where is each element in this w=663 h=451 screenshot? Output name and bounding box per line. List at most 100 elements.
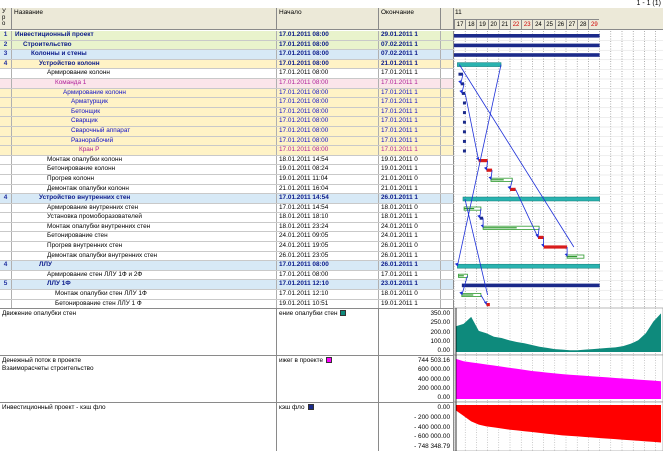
task-row[interactable]: 2 Строительство 17.01.2011 08:00 07.02.2011… bbox=[0, 40, 454, 51]
task-row[interactable]: Бетонирование стен ЛЛУ 1 Ф 19.01.2011 10:… bbox=[0, 299, 454, 308]
task-name[interactable]: Арматурщик bbox=[12, 98, 277, 107]
task-row[interactable]: Бетонирование стен 24.01.2011 09:05 24.01.… bbox=[0, 232, 454, 243]
task-row[interactable]: Монтаж опалубки колонн 18.01.2011 14:54 19… bbox=[0, 155, 454, 166]
task-name[interactable]: Бетонирование стен ЛЛУ 1 Ф bbox=[12, 299, 277, 308]
task-name[interactable]: Сварщик bbox=[12, 117, 277, 126]
task-row[interactable]: Монтаж опалубки внутренних стен 18.01.201… bbox=[0, 222, 454, 233]
task-name[interactable]: Прогрев внутренних стен bbox=[12, 242, 277, 251]
task-end[interactable]: 19.01.2011 1 bbox=[379, 299, 441, 308]
column-header-start[interactable]: Начало bbox=[277, 8, 379, 30]
task-start[interactable]: 17.01.2011 08:00 bbox=[277, 78, 379, 88]
task-end[interactable]: 26.01.2011 1 bbox=[379, 194, 441, 203]
task-end[interactable]: 07.02.2011 1 bbox=[379, 50, 441, 59]
task-end[interactable]: 18.01.2011 1 bbox=[379, 213, 441, 222]
task-start[interactable]: 24.01.2011 09:05 bbox=[277, 232, 379, 242]
task-row[interactable]: Прогрев внутренних стен 24.01.2011 19:05 2… bbox=[0, 242, 454, 252]
task-name[interactable]: Устройство внутренних стен bbox=[12, 194, 277, 203]
task-start[interactable]: 21.01.2011 16:04 bbox=[277, 184, 379, 194]
task-name[interactable]: ЛЛУ bbox=[12, 261, 277, 270]
task-end[interactable]: 17.01.2011 1 bbox=[379, 78, 441, 88]
task-start[interactable]: 19.01.2011 11:04 bbox=[277, 174, 379, 184]
task-end[interactable]: 17.01.2011 1 bbox=[379, 136, 441, 146]
task-end[interactable]: 23.01.2011 1 bbox=[379, 280, 441, 290]
task-name[interactable]: Монтаж опалубки стен ЛЛУ 1Ф bbox=[12, 290, 277, 299]
task-row[interactable]: Сварочный аппарат 17.01.2011 08:00 17.01.2… bbox=[0, 126, 454, 137]
task-name[interactable]: Разнорабочий bbox=[12, 136, 277, 146]
task-row[interactable]: Армирование колонн 17.01.2011 08:00 17.01.… bbox=[0, 88, 454, 99]
task-row[interactable]: Демонтаж опалубки колонн 21.01.2011 16:04… bbox=[0, 184, 454, 195]
task-start[interactable]: 17.01.2011 08:00 bbox=[277, 98, 379, 107]
task-name[interactable]: Строительство bbox=[12, 40, 277, 50]
task-start[interactable]: 18.01.2011 23:24 bbox=[277, 222, 379, 232]
task-start[interactable]: 17.01.2011 08:00 bbox=[277, 107, 379, 117]
task-name[interactable]: Кран Р bbox=[12, 146, 277, 155]
task-end[interactable]: 26.01.2011 1 bbox=[379, 251, 441, 261]
task-row[interactable]: Армирование колонн 17.01.2011 08:00 17.01.… bbox=[0, 69, 454, 79]
task-end[interactable]: 17.01.2011 1 bbox=[379, 69, 441, 78]
task-name[interactable]: Бетонирование колонн bbox=[12, 165, 277, 174]
task-start[interactable]: 17.01.2011 08:00 bbox=[277, 59, 379, 69]
task-name[interactable]: Команда 1 bbox=[12, 78, 277, 88]
task-end[interactable]: 26.01.2011 0 bbox=[379, 242, 441, 251]
task-row[interactable]: Кран Р 17.01.2011 08:00 17.01.2011 1 bbox=[0, 146, 454, 156]
task-start[interactable]: 18.01.2011 14:54 bbox=[277, 155, 379, 165]
task-name[interactable]: Монтаж опалубки внутренних стен bbox=[12, 222, 277, 232]
task-start[interactable]: 19.01.2011 08:24 bbox=[277, 165, 379, 174]
task-name[interactable]: Демонтаж опалубки колонн bbox=[12, 184, 277, 194]
task-end[interactable]: 18.01.2011 0 bbox=[379, 290, 441, 299]
task-end[interactable]: 19.01.2011 0 bbox=[379, 155, 441, 165]
task-start[interactable]: 17.01.2011 08:00 bbox=[277, 270, 379, 280]
task-name[interactable]: Армирование стен ЛЛУ 1Ф и 2Ф bbox=[12, 270, 277, 280]
task-name[interactable]: Армирование колонн bbox=[12, 88, 277, 98]
task-row[interactable]: Сварщик 17.01.2011 08:00 17.01.2011 1 bbox=[0, 117, 454, 127]
task-start[interactable]: 24.01.2011 19:05 bbox=[277, 242, 379, 251]
task-name[interactable]: Армирование внутренних стен bbox=[12, 203, 277, 213]
task-start[interactable]: 17.01.2011 08:00 bbox=[277, 117, 379, 126]
task-start[interactable]: 17.01.2011 12:10 bbox=[277, 280, 379, 290]
task-start[interactable]: 17.01.2011 14:54 bbox=[277, 194, 379, 203]
task-name[interactable]: Бетонирование стен bbox=[12, 232, 277, 242]
task-end[interactable]: 17.01.2011 1 bbox=[379, 126, 441, 136]
task-row[interactable]: Армирование стен ЛЛУ 1Ф и 2Ф 17.01.2011 0… bbox=[0, 270, 454, 281]
task-end[interactable]: 17.01.2011 1 bbox=[379, 270, 441, 280]
task-start[interactable]: 17.01.2011 14:54 bbox=[277, 203, 379, 213]
task-name[interactable]: Армирование колонн bbox=[12, 69, 277, 78]
task-start[interactable]: 17.01.2011 08:00 bbox=[277, 261, 379, 270]
task-start[interactable]: 17.01.2011 08:00 bbox=[277, 88, 379, 98]
task-end[interactable]: 21.01.2011 1 bbox=[379, 59, 441, 69]
task-row[interactable]: Прогрев колонн 19.01.2011 11:04 21.01.2011… bbox=[0, 174, 454, 185]
task-end[interactable]: 17.01.2011 1 bbox=[379, 117, 441, 126]
task-start[interactable]: 19.01.2011 10:51 bbox=[277, 299, 379, 308]
task-end[interactable]: 19.01.2011 1 bbox=[379, 165, 441, 174]
task-name[interactable]: ЛЛУ 1Ф bbox=[12, 280, 277, 290]
task-row[interactable]: 3 Колонны и стены 17.01.2011 08:00 07.02.20… bbox=[0, 50, 454, 60]
task-name[interactable]: Бетонщик bbox=[12, 107, 277, 117]
task-start[interactable]: 26.01.2011 23:05 bbox=[277, 251, 379, 261]
task-row[interactable]: Команда 1 17.01.2011 08:00 17.01.2011 1 bbox=[0, 78, 454, 89]
task-name[interactable]: Установка промоборазователей bbox=[12, 213, 277, 222]
task-end[interactable]: 26.01.2011 1 bbox=[379, 261, 441, 270]
task-row[interactable]: Монтаж опалубки стен ЛЛУ 1Ф 17.01.2011 12… bbox=[0, 290, 454, 300]
task-name[interactable]: Колонны и стены bbox=[12, 50, 277, 59]
task-row[interactable]: Бетонирование колонн 19.01.2011 08:24 19.0… bbox=[0, 165, 454, 175]
task-row[interactable]: Бетонщик 17.01.2011 08:00 17.01.2011 1 bbox=[0, 107, 454, 118]
task-end[interactable]: 17.01.2011 1 bbox=[379, 146, 441, 155]
task-end[interactable]: 29.01.2011 1 bbox=[379, 31, 441, 40]
task-row[interactable]: 4 Устройство колонн 17.01.2011 08:00 21.01.… bbox=[0, 59, 454, 70]
task-end[interactable]: 07.02.2011 1 bbox=[379, 40, 441, 50]
task-start[interactable]: 18.01.2011 18:10 bbox=[277, 213, 379, 222]
task-end[interactable]: 18.01.2011 0 bbox=[379, 203, 441, 213]
task-start[interactable]: 17.01.2011 08:00 bbox=[277, 40, 379, 50]
task-row[interactable]: Арматурщик 17.01.2011 08:00 17.01.2011 1 bbox=[0, 98, 454, 108]
task-row[interactable]: Демонтаж опалубки внутренних стен 26.01.2… bbox=[0, 251, 454, 262]
task-end[interactable]: 17.01.2011 1 bbox=[379, 88, 441, 98]
task-end[interactable]: 17.01.2011 1 bbox=[379, 98, 441, 107]
task-start[interactable]: 17.01.2011 08:00 bbox=[277, 31, 379, 40]
task-name[interactable]: Демонтаж опалубки внутренних стен bbox=[12, 251, 277, 261]
task-row[interactable]: Установка промоборазователей 18.01.2011 1… bbox=[0, 213, 454, 223]
task-end[interactable]: 21.01.2011 1 bbox=[379, 184, 441, 194]
task-row[interactable]: 4 Устройство внутренних стен 17.01.2011 14… bbox=[0, 194, 454, 204]
task-start[interactable]: 17.01.2011 08:00 bbox=[277, 136, 379, 146]
task-row[interactable]: 4 ЛЛУ 17.01.2011 08:00 26.01.2011 1 bbox=[0, 261, 454, 271]
task-end[interactable]: 24.01.2011 1 bbox=[379, 232, 441, 242]
